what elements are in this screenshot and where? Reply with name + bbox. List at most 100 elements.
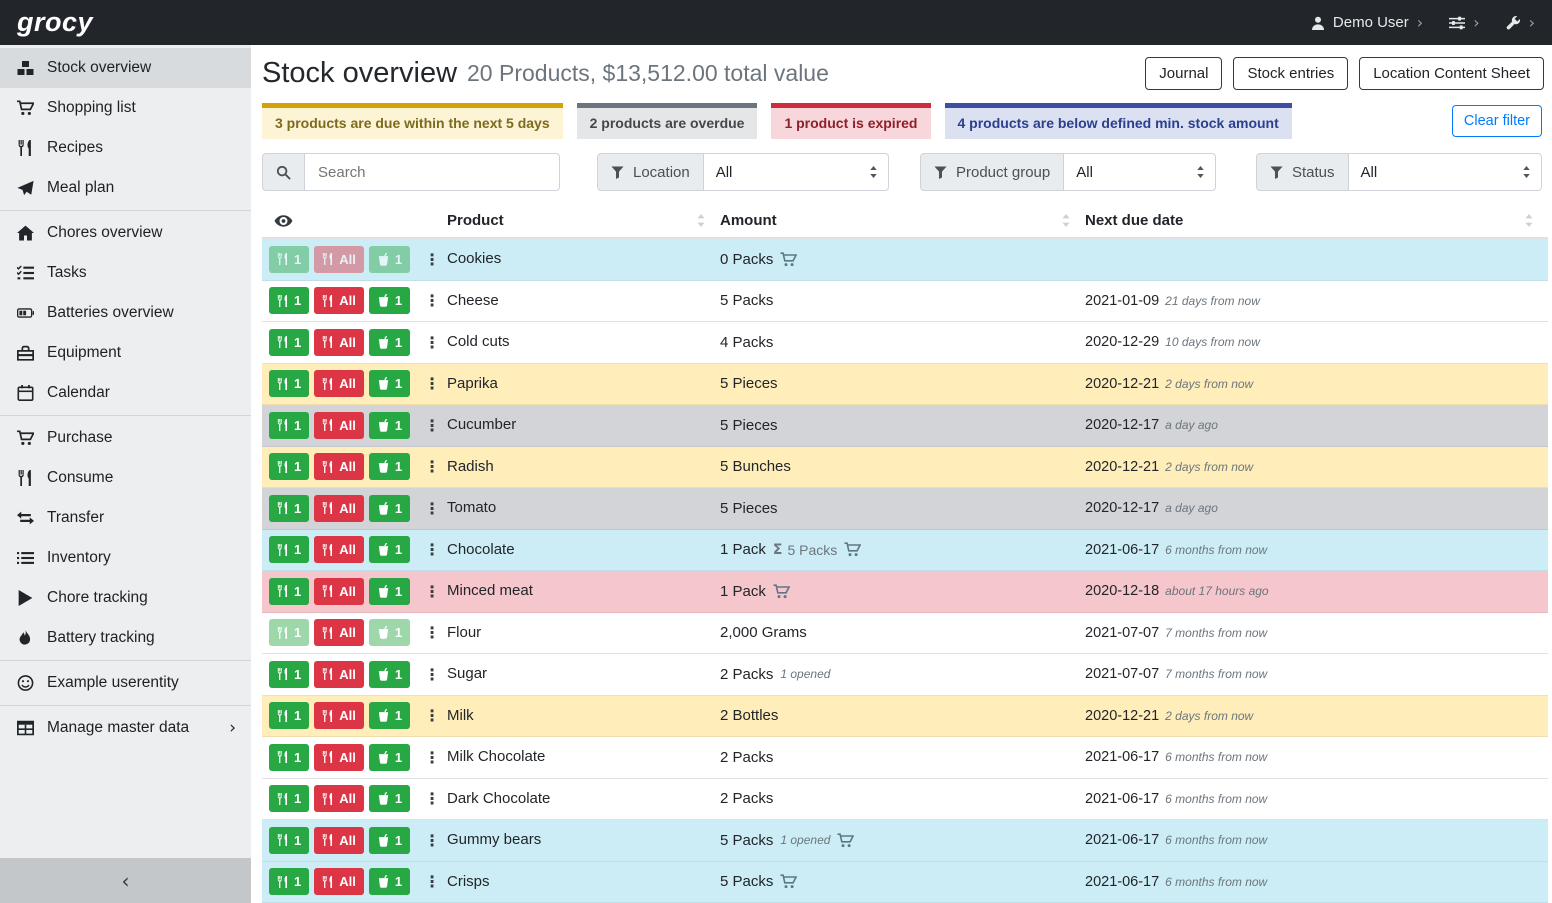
- open-one-button[interactable]: 1: [369, 827, 410, 854]
- open-one-button[interactable]: 1: [369, 495, 410, 522]
- journal-button[interactable]: Journal: [1145, 57, 1222, 90]
- sidebar-collapse-button[interactable]: ‹: [0, 858, 251, 903]
- row-menu-button[interactable]: ⋮: [424, 333, 440, 352]
- sidebar-item-chores-overview[interactable]: Chores overview ›: [0, 213, 251, 253]
- row-menu-button[interactable]: ⋮: [424, 582, 440, 601]
- row-menu-button[interactable]: ⋮: [424, 416, 440, 435]
- open-one-button[interactable]: 1: [369, 287, 410, 314]
- status-banner-danger[interactable]: 1 product is expired: [771, 103, 930, 139]
- consume-one-button[interactable]: 1: [269, 536, 309, 563]
- sidebar-item-transfer[interactable]: Transfer ›: [0, 498, 251, 538]
- row-menu-button[interactable]: ⋮: [424, 623, 440, 642]
- status-banner-secondary[interactable]: 2 products are overdue: [577, 103, 758, 139]
- consume-one-button[interactable]: 1: [269, 702, 309, 729]
- consume-all-button[interactable]: All: [314, 868, 364, 895]
- sidebar-item-equipment[interactable]: Equipment ›: [0, 333, 251, 373]
- user-menu[interactable]: Demo User ›: [1311, 14, 1423, 31]
- sidebar-item-batteries-overview[interactable]: Batteries overview ›: [0, 293, 251, 333]
- consume-one-button[interactable]: 1: [269, 370, 309, 397]
- sidebar-item-purchase[interactable]: Purchase ›: [0, 418, 251, 458]
- open-one-button[interactable]: 1: [369, 453, 410, 480]
- open-one-button[interactable]: 1: [369, 619, 410, 646]
- consume-all-button[interactable]: All: [314, 702, 364, 729]
- consume-one-button[interactable]: 1: [269, 329, 309, 356]
- open-one-button[interactable]: 1: [369, 412, 410, 439]
- grocy-logo[interactable]: grocy: [17, 7, 93, 38]
- consume-all-button[interactable]: All: [314, 744, 364, 771]
- sidebar-item-tasks[interactable]: Tasks ›: [0, 253, 251, 293]
- consume-all-button[interactable]: All: [314, 287, 364, 314]
- eye-icon[interactable]: [274, 214, 293, 228]
- open-one-button[interactable]: 1: [369, 578, 410, 605]
- row-menu-button[interactable]: ⋮: [424, 789, 440, 808]
- consume-one-button[interactable]: 1: [269, 827, 309, 854]
- row-menu-button[interactable]: ⋮: [424, 291, 440, 310]
- consume-one-button[interactable]: 1: [269, 868, 309, 895]
- consume-all-button[interactable]: All: [314, 329, 364, 356]
- admin-menu[interactable]: ›: [1506, 15, 1535, 31]
- consume-one-button[interactable]: 1: [269, 453, 309, 480]
- column-header-due-date[interactable]: Next due date: [1085, 212, 1548, 229]
- consume-all-button[interactable]: All: [314, 785, 364, 812]
- open-one-button[interactable]: 1: [369, 370, 410, 397]
- consume-one-button[interactable]: 1: [269, 744, 309, 771]
- sidebar-item-consume[interactable]: Consume ›: [0, 458, 251, 498]
- open-one-button[interactable]: 1: [369, 536, 410, 563]
- consume-one-button[interactable]: 1: [269, 578, 309, 605]
- consume-one-button[interactable]: 1: [269, 619, 309, 646]
- consume-one-button[interactable]: 1: [269, 495, 309, 522]
- consume-all-button[interactable]: All: [314, 827, 364, 854]
- product-group-select[interactable]: All: [1064, 153, 1216, 191]
- open-one-button[interactable]: 1: [369, 661, 410, 688]
- consume-all-button[interactable]: All: [314, 661, 364, 688]
- location-content-sheet-button[interactable]: Location Content Sheet: [1359, 57, 1544, 90]
- sidebar-item-stock-overview[interactable]: Stock overview ›: [0, 48, 251, 88]
- status-select[interactable]: All: [1349, 153, 1542, 191]
- sidebar-item-calendar[interactable]: Calendar ›: [0, 373, 251, 413]
- row-menu-button[interactable]: ⋮: [424, 499, 440, 518]
- consume-all-button[interactable]: All: [314, 578, 364, 605]
- column-header-product[interactable]: Product: [447, 212, 720, 229]
- consume-all-button[interactable]: All: [314, 619, 364, 646]
- row-menu-button[interactable]: ⋮: [424, 250, 440, 269]
- consume-all-button[interactable]: All: [314, 246, 364, 273]
- open-one-button[interactable]: 1: [369, 329, 410, 356]
- consume-all-button[interactable]: All: [314, 453, 364, 480]
- row-menu-button[interactable]: ⋮: [424, 540, 440, 559]
- consume-all-button[interactable]: All: [314, 412, 364, 439]
- column-header-amount[interactable]: Amount: [720, 212, 1085, 229]
- sidebar-item-example-userentity[interactable]: Example userentity ›: [0, 663, 251, 703]
- row-menu-button[interactable]: ⋮: [424, 665, 440, 684]
- consume-one-button[interactable]: 1: [269, 412, 309, 439]
- settings-menu[interactable]: ›: [1449, 15, 1479, 31]
- consume-all-button[interactable]: All: [314, 370, 364, 397]
- consume-one-button[interactable]: 1: [269, 246, 309, 273]
- sidebar-item-inventory[interactable]: Inventory ›: [0, 538, 251, 578]
- consume-one-button[interactable]: 1: [269, 785, 309, 812]
- row-menu-button[interactable]: ⋮: [424, 457, 440, 476]
- sidebar-item-shopping-list[interactable]: Shopping list ›: [0, 88, 251, 128]
- sidebar-item-battery-tracking[interactable]: Battery tracking ›: [0, 618, 251, 658]
- stock-entries-button[interactable]: Stock entries: [1233, 57, 1348, 90]
- status-banner-warning[interactable]: 3 products are due within the next 5 day…: [262, 103, 563, 139]
- row-menu-button[interactable]: ⋮: [424, 374, 440, 393]
- sidebar-item-manage-master-data[interactable]: Manage master data ›: [0, 708, 251, 748]
- consume-one-button[interactable]: 1: [269, 287, 309, 314]
- sidebar-item-chore-tracking[interactable]: Chore tracking ›: [0, 578, 251, 618]
- row-menu-button[interactable]: ⋮: [424, 748, 440, 767]
- sidebar-item-recipes[interactable]: Recipes ›: [0, 128, 251, 168]
- sidebar-item-meal-plan[interactable]: Meal plan ›: [0, 168, 251, 208]
- consume-all-button[interactable]: All: [314, 495, 364, 522]
- consume-one-button[interactable]: 1: [269, 661, 309, 688]
- open-one-button[interactable]: 1: [369, 702, 410, 729]
- search-input[interactable]: [305, 153, 560, 191]
- open-one-button[interactable]: 1: [369, 785, 410, 812]
- row-menu-button[interactable]: ⋮: [424, 872, 440, 891]
- open-one-button[interactable]: 1: [369, 744, 410, 771]
- row-menu-button[interactable]: ⋮: [424, 831, 440, 850]
- consume-all-button[interactable]: All: [314, 536, 364, 563]
- open-one-button[interactable]: 1: [369, 868, 410, 895]
- row-menu-button[interactable]: ⋮: [424, 706, 440, 725]
- status-banner-primary[interactable]: 4 products are below defined min. stock …: [945, 103, 1292, 139]
- clear-filter-button[interactable]: Clear filter: [1452, 105, 1542, 137]
